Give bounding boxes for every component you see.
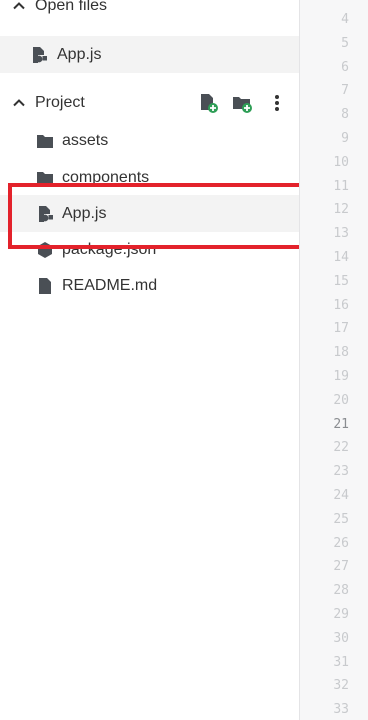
project-title: Project: [35, 94, 85, 111]
line-number: 9: [341, 131, 349, 146]
tree-item-label: assets: [62, 131, 109, 149]
line-number: 22: [333, 440, 349, 456]
line-number: 29: [333, 607, 349, 622]
line-number: 18: [333, 345, 349, 361]
folder-icon: [37, 134, 53, 148]
folder-icon: [37, 171, 53, 185]
open-file-name: App.js: [57, 45, 102, 63]
tree-item-assets[interactable]: assets: [0, 122, 299, 159]
tree-item-label: package.json: [62, 240, 157, 258]
line-number: 8: [341, 107, 349, 123]
line-number: 4: [341, 12, 349, 27]
tree-item-components[interactable]: components: [0, 159, 299, 196]
line-number: 12: [333, 202, 349, 218]
tree-item-readme[interactable]: README.md: [0, 267, 299, 304]
tree-item-label: App.js: [62, 204, 107, 222]
project-header[interactable]: Project: [0, 87, 299, 119]
open-files-title: Open files: [35, 0, 108, 14]
line-number: 7: [341, 83, 349, 99]
open-files-header[interactable]: Open files: [0, 0, 299, 22]
line-number: 33: [333, 702, 349, 718]
tree-item-label: README.md: [62, 276, 158, 294]
line-number: 13: [333, 226, 349, 242]
file-explorer-sidebar: Open files App.js Project assets compone…: [0, 0, 299, 720]
js-file-icon: [39, 205, 53, 222]
package-icon: [38, 241, 52, 258]
line-number: 26: [333, 535, 349, 551]
line-number: 25: [333, 511, 349, 527]
line-number: 15: [333, 273, 349, 289]
line-number: 10: [333, 154, 349, 170]
line-number: 28: [333, 583, 349, 599]
chevron-up-icon: [13, 2, 25, 10]
line-number: 11: [333, 178, 349, 194]
line-number: 6: [341, 59, 349, 75]
open-file-item[interactable]: App.js: [0, 36, 299, 73]
file-icon: [39, 277, 51, 294]
line-number: 16: [333, 297, 349, 313]
editor-line-gutter: 4 5 6 7 8 9 10 11 12 13 14 15 16 17 18 19 20 21 22 23 24 25 26…: [299, 0, 368, 720]
chevron-up-icon: [13, 99, 25, 107]
new-file-icon[interactable]: [198, 92, 220, 114]
line-number: 17: [333, 321, 349, 337]
line-number: 23: [333, 464, 349, 480]
line-number: 32: [333, 678, 349, 694]
line-number: 24: [333, 488, 349, 503]
more-vertical-icon[interactable]: [266, 92, 288, 114]
line-number: 5: [341, 35, 349, 51]
line-number: 20: [333, 392, 349, 408]
line-number: 14: [333, 250, 349, 265]
new-folder-icon[interactable]: [231, 92, 253, 114]
js-file-icon: [33, 46, 47, 63]
line-number: 30: [333, 630, 349, 646]
line-number: 21: [333, 416, 349, 432]
tree-item-label: components: [62, 168, 150, 186]
tree-item-app-js[interactable]: App.js: [0, 195, 299, 232]
line-number: 27: [333, 559, 349, 575]
line-number: 19: [333, 369, 349, 384]
line-number: 31: [333, 654, 349, 670]
tree-item-package-json[interactable]: package.json: [0, 231, 299, 268]
